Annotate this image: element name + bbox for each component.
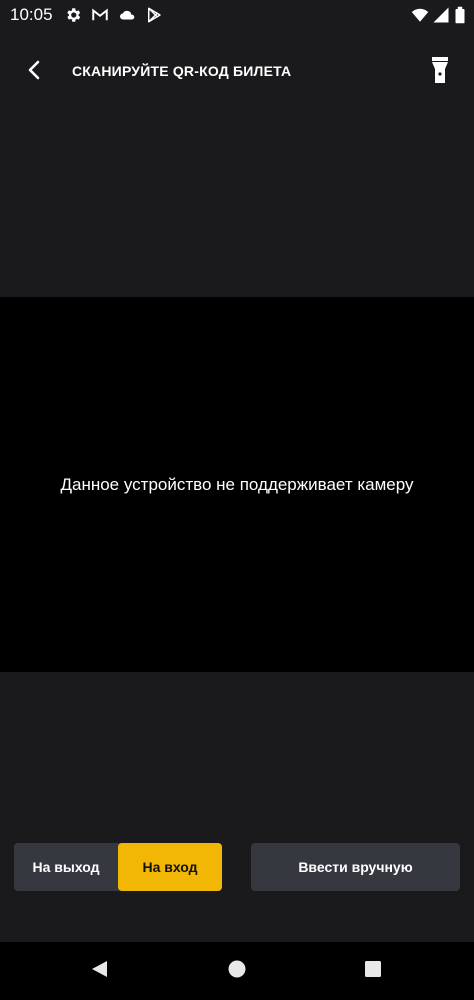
scan-ticket-screen: 10:05 СКАНИРУЙТЕ QR-КОД БИЛЕТА Данное ус… bbox=[0, 0, 474, 1000]
chevron-left-icon bbox=[27, 60, 41, 85]
gmail-icon bbox=[91, 6, 109, 24]
wifi-icon bbox=[411, 6, 429, 24]
flashlight-button[interactable] bbox=[424, 54, 456, 90]
camera-unsupported-message: Данное устройство не поддерживает камеру bbox=[60, 474, 414, 494]
battery-icon bbox=[454, 6, 466, 24]
home-circle-icon bbox=[227, 959, 247, 984]
enter-mode-button[interactable]: На вход bbox=[118, 843, 222, 891]
exit-mode-button[interactable]: На выход bbox=[14, 843, 118, 891]
signal-icon bbox=[432, 6, 450, 24]
back-button[interactable] bbox=[18, 56, 50, 88]
manual-entry-button[interactable]: Ввести вручную bbox=[251, 843, 460, 891]
direction-toggle: На выход На вход bbox=[14, 843, 222, 891]
status-time: 10:05 bbox=[10, 5, 53, 24]
play-store-icon bbox=[145, 6, 163, 24]
status-bar: 10:05 bbox=[0, 0, 474, 30]
cloud-icon bbox=[118, 6, 136, 24]
nav-recents-button[interactable] bbox=[362, 960, 384, 982]
nav-back-button[interactable] bbox=[88, 960, 110, 982]
flashlight-icon bbox=[431, 56, 449, 88]
app-bar: СКАНИРУЙТЕ QR-КОД БИЛЕТА bbox=[0, 30, 474, 114]
camera-preview: Данное устройство не поддерживает камеру bbox=[0, 297, 474, 672]
system-nav-bar bbox=[0, 942, 474, 1000]
page-title: СКАНИРУЙТЕ QR-КОД БИЛЕТА bbox=[72, 63, 292, 79]
nav-home-button[interactable] bbox=[226, 960, 248, 982]
back-triangle-icon bbox=[89, 959, 109, 984]
gear-icon bbox=[64, 6, 82, 24]
recents-square-icon bbox=[363, 959, 383, 984]
